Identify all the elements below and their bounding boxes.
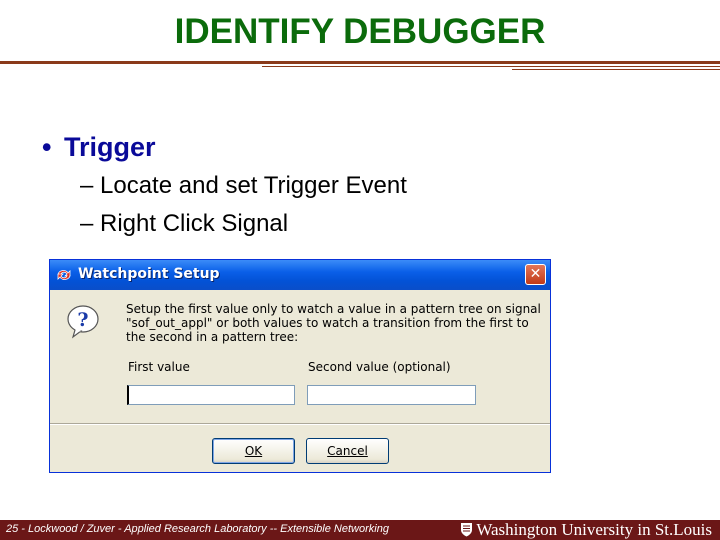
- slide-title: IDENTIFY DEBUGGER: [174, 12, 546, 51]
- sub-bullet-1: – Locate and set Trigger Event: [80, 172, 407, 199]
- question-icon: ?: [67, 305, 99, 339]
- footer-credit: 25 - Lockwood / Zuver - Applied Research…: [6, 523, 389, 535]
- dialog-separator: [50, 423, 550, 425]
- shield-icon: [461, 523, 473, 537]
- title-rule-2: [262, 66, 720, 67]
- dialog-title: Watchpoint Setup: [78, 266, 220, 282]
- close-button[interactable]: ✕: [525, 264, 546, 285]
- university-name: Washington University in St.Louis: [476, 520, 712, 539]
- second-value-label: Second value (optional): [308, 360, 451, 374]
- dialog-titlebar[interactable]: Watchpoint Setup ✕: [50, 260, 550, 290]
- title-rule-1: [0, 61, 720, 64]
- bullet-text: Trigger: [64, 132, 156, 162]
- bullet-item: • Trigger: [42, 132, 156, 163]
- title-rule-3: [512, 69, 720, 70]
- university-logo: Washington University in St.Louis: [460, 520, 712, 540]
- watchpoint-dialog: Watchpoint Setup ✕ ? Setup the first val…: [49, 259, 551, 473]
- sub-bullet-2: – Right Click Signal: [80, 210, 289, 237]
- app-icon: [57, 270, 71, 280]
- second-value-input[interactable]: [307, 385, 476, 405]
- close-icon: ✕: [529, 266, 542, 282]
- bullet-dot-icon: •: [42, 132, 52, 162]
- svg-text:?: ?: [77, 309, 88, 331]
- cancel-button[interactable]: Cancel: [306, 438, 389, 464]
- first-value-input[interactable]: [127, 385, 295, 405]
- first-value-label: First value: [128, 360, 190, 374]
- ok-button-label: OK: [244, 444, 263, 458]
- cancel-button-label: Cancel: [327, 444, 368, 458]
- dialog-message: Setup the first value only to watch a va…: [126, 302, 541, 344]
- ok-button[interactable]: OK: [212, 438, 295, 464]
